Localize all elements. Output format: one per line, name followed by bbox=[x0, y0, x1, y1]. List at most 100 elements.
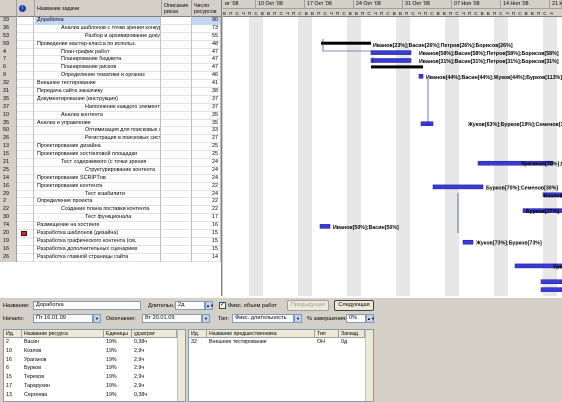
resources-table[interactable]: Ид. Название ресурса Единицы удзатрат 2 В… bbox=[3, 329, 186, 402]
task-name[interactable]: Планирование рисков bbox=[35, 64, 161, 73]
task-bar[interactable] bbox=[540, 287, 562, 292]
task-name[interactable]: Размещение на хостинге bbox=[35, 222, 161, 231]
duration-input[interactable]: 2д bbox=[175, 301, 205, 310]
resource-cell[interactable]: Ураганов bbox=[22, 357, 46, 365]
task-row[interactable]: 53 Разбор и архивирование документаций 55 bbox=[0, 32, 221, 41]
task-bar[interactable] bbox=[420, 121, 434, 126]
type-select[interactable]: Фикс. длительность bbox=[232, 314, 294, 323]
res-header-id[interactable]: Ид. bbox=[4, 330, 22, 338]
task-risk-desc[interactable] bbox=[162, 159, 192, 167]
task-bar[interactable] bbox=[370, 50, 412, 55]
task-row[interactable]: 2 Определение проекта 22 bbox=[0, 198, 221, 207]
task-resource-count[interactable]: 38 bbox=[192, 88, 221, 96]
task-resource-count[interactable]: 48 bbox=[192, 40, 221, 49]
task-risk-desc[interactable] bbox=[162, 72, 192, 81]
task-risk-desc[interactable] bbox=[162, 198, 192, 207]
task-resource-count[interactable]: 17 bbox=[192, 214, 221, 223]
task-name[interactable]: Передача сайта заказчику bbox=[35, 88, 161, 96]
task-risk-desc[interactable] bbox=[162, 135, 192, 144]
task-name[interactable]: Разбор и архивирование документаций bbox=[35, 32, 161, 41]
resource-cell[interactable]: 19% bbox=[104, 374, 117, 382]
task-resource-count[interactable]: 37 bbox=[192, 95, 221, 104]
task-bar[interactable] bbox=[540, 279, 562, 284]
task-row[interactable]: 6 Планирование рисков 47 bbox=[0, 64, 221, 73]
res-header-work[interactable]: удзатрат bbox=[132, 330, 177, 338]
resources-scrollbar[interactable] bbox=[177, 330, 185, 401]
task-row[interactable]: 35 Документирование (инструкция) 37 bbox=[0, 95, 221, 104]
task-risk-desc[interactable] bbox=[162, 214, 192, 223]
task-risk-desc[interactable] bbox=[162, 151, 192, 160]
task-name[interactable]: Проектирование дизайна bbox=[35, 143, 161, 152]
task-row[interactable]: 33 Доработка 90 bbox=[0, 17, 221, 25]
task-row[interactable]: 30 Тест функционала 17 bbox=[0, 214, 221, 223]
task-row[interactable]: 59 Проведение мастер-класса по использ. 48 bbox=[0, 40, 221, 49]
task-row[interactable]: 22 Создание плана поставки контента 22 bbox=[0, 206, 221, 215]
task-resource-count[interactable]: 47 bbox=[192, 56, 221, 65]
task-name[interactable]: Разработка главной страницы сайта bbox=[35, 253, 161, 262]
task-row[interactable]: 20 Разработка шаблонов (дизайна) 15 bbox=[0, 230, 221, 238]
task-name[interactable]: Разработка графического контента (см. bbox=[35, 237, 161, 246]
resource-cell[interactable]: Терехов bbox=[22, 374, 44, 382]
type-dropdown-icon[interactable]: ▼ bbox=[294, 314, 302, 323]
task-row[interactable]: 16 Проектирование контента 22 bbox=[0, 182, 221, 191]
resource-cell[interactable]: Сергеева bbox=[22, 392, 47, 400]
task-row[interactable]: 21 Тест содержимого (с точки зрения 24 bbox=[0, 159, 221, 167]
task-name[interactable]: Структурирование контента bbox=[35, 166, 161, 175]
task-resource-count[interactable]: 27 bbox=[192, 135, 221, 144]
task-row[interactable]: 36 Анализ шаблонов с точки зрения конкур 7… bbox=[0, 24, 221, 33]
task-risk-desc[interactable] bbox=[162, 127, 192, 136]
task-risk-desc[interactable] bbox=[162, 111, 192, 120]
predecessor-cell[interactable]: Внешнее тестирование bbox=[207, 339, 267, 347]
gantt-bars[interactable]: Иванов[23%];Васин[26%];Петров[26%];Борис… bbox=[223, 17, 562, 296]
task-resource-count[interactable]: 73 bbox=[192, 24, 221, 33]
pred-header-id[interactable]: Ид. bbox=[189, 330, 207, 338]
task-bar[interactable] bbox=[370, 58, 412, 63]
task-bar[interactable] bbox=[418, 74, 424, 79]
task-risk-desc[interactable] bbox=[162, 48, 192, 57]
task-name[interactable]: Анализ контента bbox=[35, 111, 161, 120]
task-bar[interactable] bbox=[462, 239, 474, 245]
predecessors-scrollbar[interactable] bbox=[365, 330, 373, 401]
task-risk-desc[interactable] bbox=[162, 166, 192, 175]
task-row[interactable]: 9 Определение тематики и организ 46 bbox=[0, 72, 221, 81]
task-risk-desc[interactable] bbox=[162, 17, 192, 25]
resource-cell[interactable]: 19% bbox=[104, 348, 117, 356]
predecessor-cell[interactable]: 0д bbox=[339, 339, 347, 347]
task-risk-desc[interactable] bbox=[162, 143, 192, 152]
resource-cell[interactable]: 2 bbox=[4, 339, 9, 347]
resource-cell[interactable]: 2,9ч bbox=[132, 383, 144, 391]
task-risk-desc[interactable] bbox=[162, 119, 192, 128]
gantt-chart[interactable]: иг ‘08 10 Окт ‘08 17 Окт ‘08 24 Окт ‘08 31 О… bbox=[223, 0, 562, 296]
predecessors-table[interactable]: Ид. Название предшественника Тип Запазд.… bbox=[188, 329, 374, 402]
resource-cell[interactable]: 0,38ч bbox=[132, 392, 147, 400]
task-risk-desc[interactable] bbox=[162, 174, 192, 183]
task-resource-count[interactable]: 22 bbox=[192, 198, 221, 207]
task-risk-desc[interactable] bbox=[162, 88, 192, 96]
header-id[interactable] bbox=[0, 0, 17, 17]
task-bar[interactable] bbox=[319, 224, 331, 229]
task-resource-count[interactable]: 47 bbox=[192, 48, 221, 57]
task-risk-desc[interactable] bbox=[162, 103, 192, 112]
complete-input[interactable]: 0% bbox=[346, 314, 366, 323]
task-resource-count[interactable]: 46 bbox=[192, 72, 221, 81]
resource-cell[interactable]: Васин bbox=[22, 339, 39, 347]
resource-cell[interactable]: 19% bbox=[104, 392, 117, 400]
resource-cell[interactable]: Тарарухин bbox=[22, 383, 50, 391]
resource-cell[interactable]: Бурков bbox=[22, 365, 41, 373]
task-bar[interactable] bbox=[432, 184, 484, 190]
task-row[interactable]: 25 Структурирование контента 24 bbox=[0, 166, 221, 175]
resource-cell[interactable]: Козлов bbox=[22, 348, 41, 356]
task-name[interactable]: Проектирование контента bbox=[35, 182, 161, 191]
header-indicators[interactable]: i bbox=[17, 0, 35, 17]
pred-header-lag[interactable]: Запазд. bbox=[339, 330, 365, 338]
task-name[interactable]: Регистрация в поисковых системах bbox=[35, 135, 161, 144]
task-resource-count[interactable]: 16 bbox=[192, 222, 221, 231]
task-row[interactable]: 16 Разработка дополнительных сценариев 15 bbox=[0, 245, 221, 254]
predecessor-cell[interactable]: ОН bbox=[315, 339, 325, 347]
task-resource-count[interactable]: 15 bbox=[192, 245, 221, 254]
start-dropdown-icon[interactable]: ▼ bbox=[93, 314, 101, 323]
task-row[interactable]: 19 Разработка графического контента (см. 1… bbox=[0, 237, 221, 246]
resource-cell[interactable]: 17 bbox=[4, 383, 12, 391]
task-risk-desc[interactable] bbox=[162, 245, 192, 254]
start-input[interactable]: Пт 16.01.09 bbox=[33, 314, 93, 323]
